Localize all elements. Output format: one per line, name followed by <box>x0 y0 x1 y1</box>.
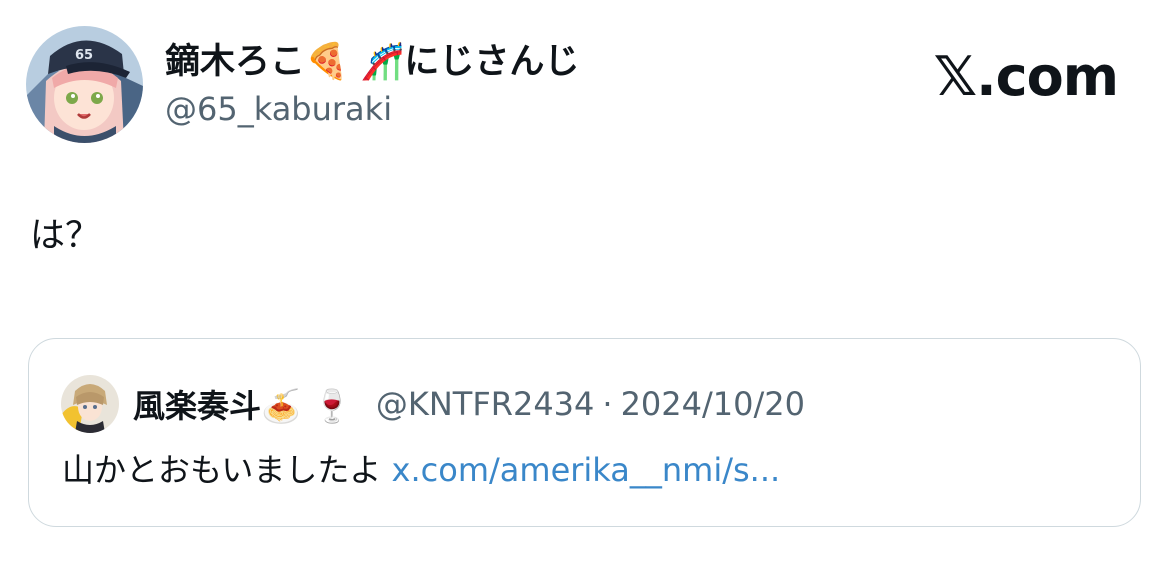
author-display-name[interactable]: 鏑木ろこ🍕 🎢にじさんじ <box>165 39 579 85</box>
avatar-image-icon <box>61 375 119 433</box>
separator-dot: · <box>602 385 613 423</box>
quoted-tweet-date[interactable]: 2024/10/20 <box>621 385 805 423</box>
tweet-text: は？ <box>30 216 101 256</box>
x-logo: 𝕏.com <box>933 45 1119 108</box>
quoted-tweet-link[interactable]: x.com/amerika__nmi/s... <box>392 451 781 489</box>
author-avatar[interactable]: 65 <box>26 26 143 143</box>
author-handle[interactable]: @65_kaburaki <box>165 87 579 131</box>
quoted-tweet-card[interactable]: 風楽奏斗🍝 🍷 @KNTFR2434 · 2024/10/20 山かとおもいまし… <box>28 338 1141 527</box>
quoted-tweet-header: 風楽奏斗🍝 🍷 @KNTFR2434 · 2024/10/20 <box>61 375 805 433</box>
quoted-author-handle[interactable]: @KNTFR2434 <box>376 385 595 423</box>
author-info: 鏑木ろこ🍕 🎢にじさんじ @65_kaburaki <box>165 39 579 131</box>
svg-text:65: 65 <box>75 48 93 63</box>
quoted-tweet-text: 山かとおもいましたよ <box>62 451 382 489</box>
avatar-image-icon: 65 <box>26 26 143 143</box>
tweet-author: 65 鏑木ろこ🍕 🎢にじさんじ @65_kaburaki <box>26 26 579 143</box>
quoted-tweet-body: 山かとおもいましたよ x.com/amerika__nmi/s... <box>62 447 780 493</box>
quoted-author-display-name[interactable]: 風楽奏斗🍝 🍷 <box>133 381 352 427</box>
quoted-author-avatar[interactable] <box>61 375 119 433</box>
